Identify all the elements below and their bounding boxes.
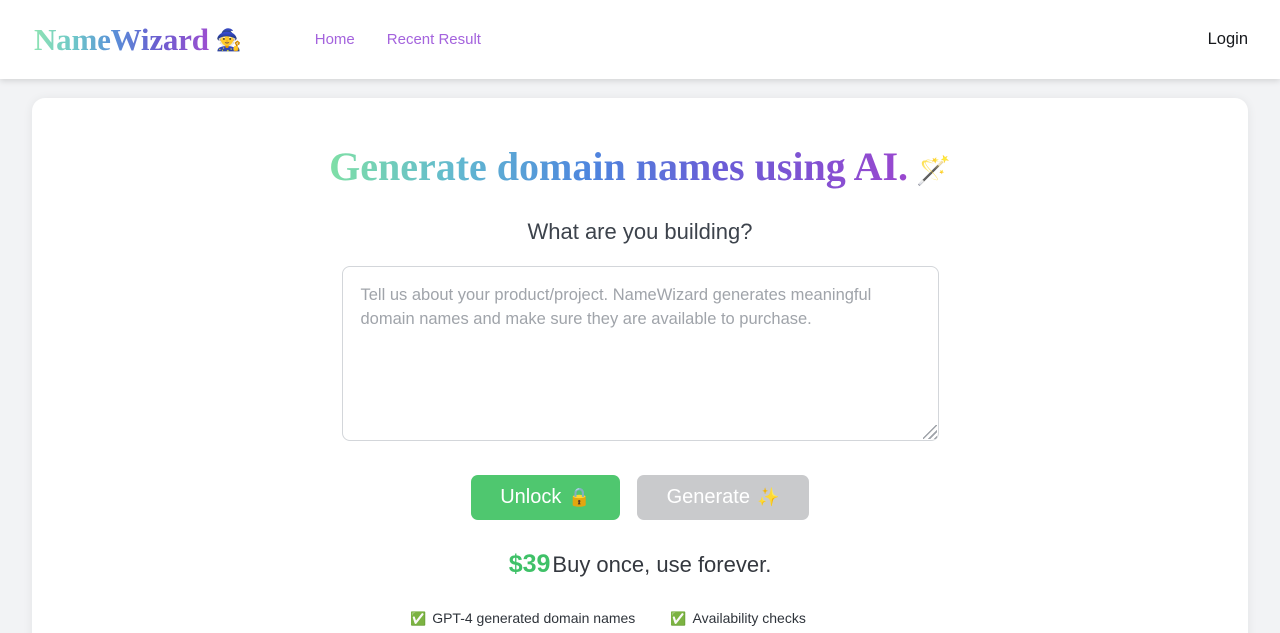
nav-link-home[interactable]: Home [315,31,355,48]
nav-link-recent-result[interactable]: Recent Result [387,31,481,48]
feature-item: ✅ GPT-4 generated domain names [410,610,670,626]
main-card: Generate domain names using AI. 🪄 What a… [32,98,1248,633]
prompt-container [341,266,939,441]
prompt-label: What are you building? [527,219,753,244]
sparkles-icon: ✨ [756,487,780,507]
check-icon: ✅ [670,610,687,626]
page-title: Generate domain names using AI. 🪄 [329,144,951,190]
unlock-button[interactable]: Unlock 🔒 [471,475,620,520]
page-body: Generate domain names using AI. 🪄 What a… [0,79,1280,633]
action-buttons: Unlock 🔒 Generate ✨ [471,475,809,520]
top-navbar: NameWizard 🧙 Home Recent Result Login [0,0,1280,79]
price-tagline: Buy once, use forever. [552,552,772,577]
page-title-text: Generate domain names using AI. [329,144,909,189]
lock-icon: 🔒 [568,487,591,507]
generate-button-label: Generate [666,486,750,508]
generate-button[interactable]: Generate ✨ [637,475,809,520]
feature-item: ✅ Availability checks [670,610,870,626]
magic-wand-icon: 🪄 [916,156,951,187]
feature-label: Availability checks [692,610,806,626]
login-button[interactable]: Login [1208,30,1248,49]
pricing-line: $39Buy once, use forever. [509,550,772,579]
price-amount: $39 [508,550,551,578]
unlock-button-label: Unlock [500,486,562,508]
brand-logo[interactable]: NameWizard 🧙 [34,22,242,58]
check-icon: ✅ [410,610,427,626]
prompt-input[interactable] [341,266,939,441]
nav-links: Home Recent Result [315,31,481,48]
feature-list: ✅ GPT-4 generated domain names ✅ Availab… [410,610,870,633]
nav-right: Login [1208,30,1248,49]
feature-label: GPT-4 generated domain names [432,610,636,626]
wizard-icon: 🧙 [215,28,242,52]
brand-name: NameWizard [34,21,209,57]
